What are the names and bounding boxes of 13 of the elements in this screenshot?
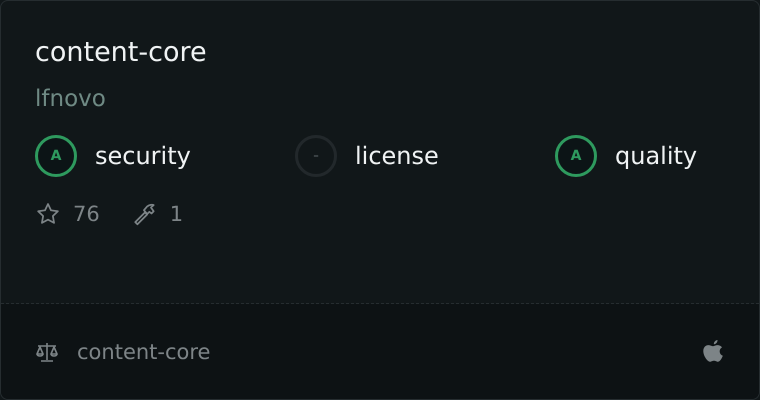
scale-icon	[35, 340, 59, 362]
license-name[interactable]: content-core	[77, 340, 683, 364]
grade-badge: A	[35, 135, 77, 177]
score-label: quality	[615, 142, 698, 170]
owner-name[interactable]: lfnovo	[35, 81, 725, 117]
star-count: 76	[73, 202, 100, 226]
score-label: license	[355, 142, 439, 170]
package-title[interactable]: content-core	[35, 31, 725, 75]
star-icon	[35, 201, 61, 227]
fork-count: 1	[170, 202, 184, 226]
grade-badge: A	[555, 135, 597, 177]
score-label: security	[95, 142, 191, 170]
grade-badge: -	[295, 135, 337, 177]
